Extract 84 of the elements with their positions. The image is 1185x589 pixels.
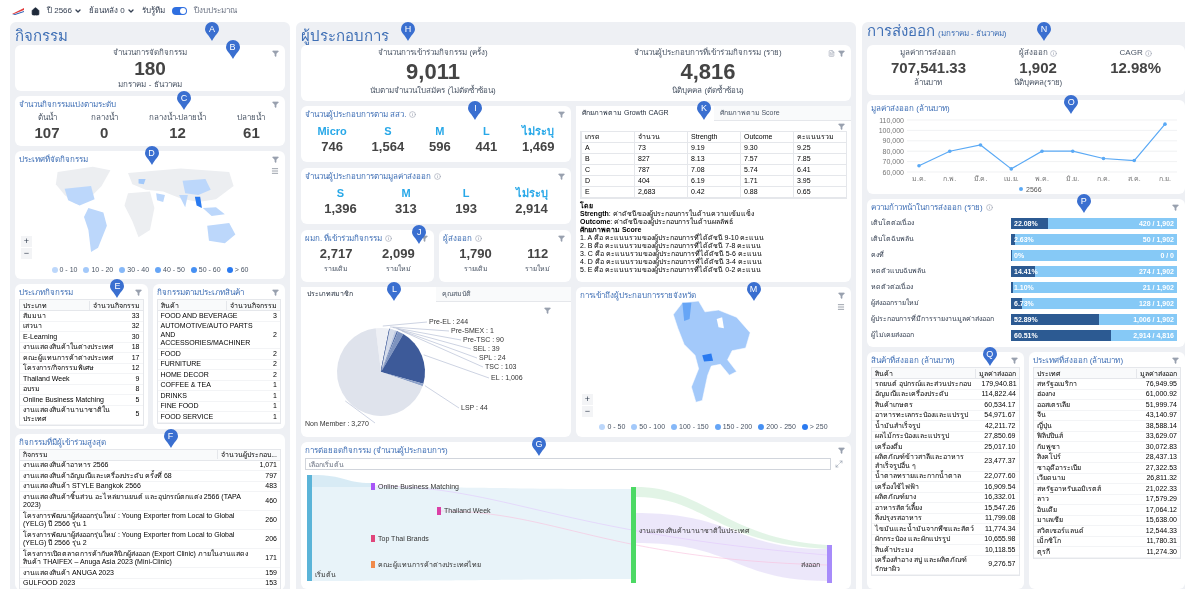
annotation-marker: G	[532, 437, 546, 456]
stat-value: 746	[321, 138, 343, 155]
card-title: กิจกรรมที่มีผู้เข้าร่วมสูงสุด	[19, 436, 106, 448]
stat-label: L	[482, 125, 490, 138]
stat-value: 112	[527, 245, 549, 263]
stat-label: กลางน้ำ-ปลายน้ำ	[148, 113, 207, 123]
toggle-label: รับรู้ทีม	[141, 5, 165, 17]
annotation-marker: B	[225, 40, 240, 59]
card-title: กิจกรรมตามประเภทสินค้า	[156, 287, 244, 298]
card-title: การเข้าถึงผู้ประกอบการรายจังหวัด	[580, 290, 696, 301]
card-title: ผมก. ที่เข้าร่วมกิจกรรม	[305, 233, 383, 244]
card-title: มูลค่าส่งออก (ล้านบาท)	[871, 103, 950, 114]
card-title: ความก้าวหน้าในการส่งออก (ราย)	[871, 202, 983, 213]
stat-value: 2,099	[382, 245, 415, 263]
stat-label: M	[435, 125, 445, 138]
stat-label: L	[462, 187, 470, 200]
stat-label: CAGR	[1119, 48, 1143, 58]
stat-label: กลางน้ำ	[90, 113, 118, 123]
stat-value: 441	[475, 138, 498, 155]
annotation-marker: E	[110, 279, 125, 298]
stat-note: ล้านบาท	[914, 78, 943, 88]
annotation-marker: M	[746, 282, 761, 301]
stat-value: 1,469	[522, 138, 555, 155]
card-title: การต่อยอดกิจกรรม (จำนวนผู้ประกอบการ)	[305, 445, 448, 456]
annotation-marker: Q	[982, 347, 997, 366]
stat-value: 107	[34, 123, 60, 142]
stat-value: 12.98%	[1110, 58, 1162, 78]
stat-label: จำนวนการเข้าร่วมกิจกรรม (ครั้ง)	[378, 48, 488, 58]
stat-label: M	[401, 187, 411, 200]
stat-value: 4,816	[680, 58, 736, 85]
toggle-text: ปีงบประมาณ	[193, 5, 237, 17]
annotation-marker: I	[468, 101, 483, 120]
card-title: ประเทศที่ส่งออก (ล้านบาท)	[1032, 355, 1124, 366]
section-title: กิจกรรม	[15, 27, 68, 44]
stat-note: นิติบุคคล(ราย)	[1013, 78, 1063, 88]
annotation-marker: N	[1037, 22, 1051, 41]
stat-value: 1,790	[459, 245, 492, 263]
card-title: จำนวนผู้ประกอบการตามมูลค่าส่งออก	[305, 171, 431, 182]
stat-label: ไม่ระบุ	[515, 187, 548, 200]
stat-value: 193	[455, 200, 477, 217]
stat-value: 9,011	[406, 58, 460, 85]
stat-note: นิติบุคคล (ตัดซ้ำซ้อน)	[672, 86, 744, 96]
stat-value: 2,717	[319, 245, 353, 263]
stat-value: 707,541.33	[890, 58, 967, 78]
stat-label: ไม่ระบุ	[522, 125, 555, 138]
stat-value: 596	[428, 138, 451, 155]
card-title: จำนวนกิจกรรมแบ่งตามระดับ	[19, 99, 116, 110]
stat-value: 1,396	[324, 200, 357, 217]
section-subtitle: (มกราคม - ธันวาคม)	[938, 28, 1007, 40]
annotation-marker: A	[205, 22, 219, 41]
annotation-marker: J	[412, 225, 427, 244]
section-title: ผู้ประกอบการ	[301, 27, 389, 44]
section-title: การส่งออก	[867, 22, 935, 40]
annotation-marker: L	[387, 282, 402, 301]
stat-label: ต้นน้ำ	[37, 113, 57, 123]
stat-note: มกราคม - ธันวาคม	[118, 80, 182, 90]
card-title: ประเภทกิจกรรม	[19, 287, 73, 298]
stat-value: 2,914	[515, 200, 548, 217]
stat-value: 12	[169, 123, 186, 142]
stat-value: 313	[395, 200, 417, 217]
stat-label: S	[384, 125, 392, 138]
card-title: ประเทศที่จัดกิจกรรม	[19, 154, 88, 165]
annotation-marker: F	[163, 428, 178, 448]
stat-value: 1,564	[371, 138, 405, 155]
stat-label: มูลค่าการส่งออก	[900, 48, 957, 58]
stat-label: S	[336, 187, 345, 200]
stat-label: Micro	[317, 125, 347, 138]
stat-label: ผู้ส่งออก	[1019, 48, 1049, 58]
stat-value: 1,902	[1019, 58, 1057, 78]
card-title: จำนวนผู้ประกอบการตาม สสว.	[305, 109, 407, 120]
stat-label: ปลายน้ำ	[237, 113, 266, 123]
card-title: ผู้ส่งออก	[442, 233, 472, 244]
annotation-marker: H	[401, 22, 415, 41]
stat-value: 61	[243, 123, 260, 142]
card-title: สินค้าที่ส่งออก (ล้านบาท)	[871, 355, 955, 366]
stat-label: จำนวนการจัดกิจกรรม	[113, 48, 187, 58]
stat-value: 0	[99, 123, 109, 142]
stat-label: จำนวนผู้ประกอบการที่เข้าร่วมกิจกรรม (ราย)	[634, 48, 782, 58]
annotation-marker: O	[1064, 95, 1079, 114]
annotation-marker: C	[177, 91, 191, 110]
annotation-marker: P	[1076, 194, 1091, 213]
annotation-marker: D	[144, 146, 159, 165]
stat-note: นับตามจำนวนใบสมัคร (ไม่ตัดซ้ำซ้อน)	[370, 86, 496, 96]
stat-value: 180	[134, 58, 166, 80]
